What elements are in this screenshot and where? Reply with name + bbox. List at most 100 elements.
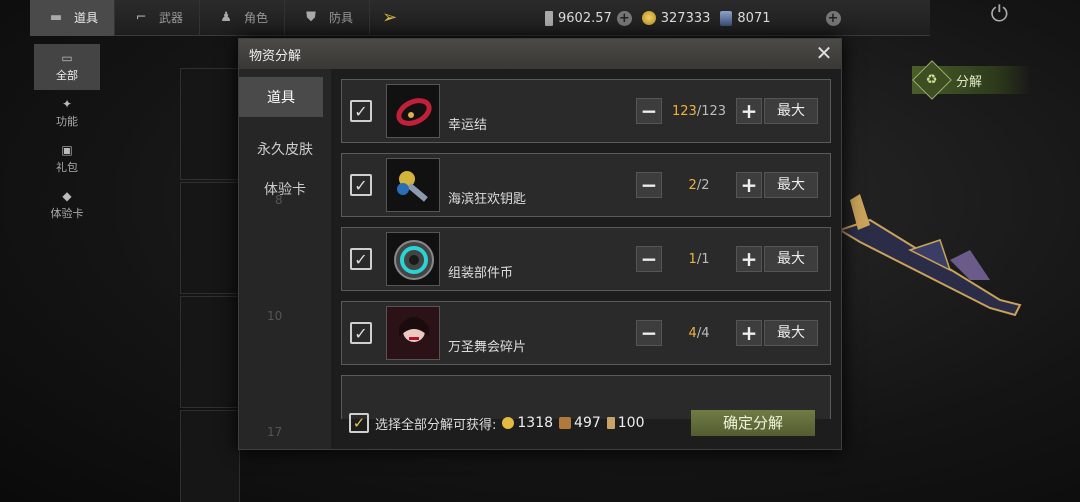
selected-count: 2 bbox=[688, 177, 697, 193]
increase-button[interactable]: + bbox=[736, 320, 762, 346]
item-icon: ▬ bbox=[49, 10, 63, 25]
decrease-button[interactable]: − bbox=[636, 320, 662, 346]
tab-armor[interactable]: ⛊ 防具 bbox=[285, 0, 371, 36]
dialog-tab-items[interactable]: 道具 bbox=[239, 77, 323, 117]
ticket-value: 9602.57 bbox=[558, 10, 612, 26]
increase-button[interactable]: + bbox=[736, 246, 762, 272]
sidebar-item-label: 礼包 bbox=[56, 161, 78, 174]
gold-value: 327333 bbox=[660, 10, 711, 26]
list-item: ✓ 组装部件币 − 1/1 + 最大 bbox=[341, 227, 831, 291]
background-slot bbox=[180, 410, 240, 502]
add-card-button[interactable]: + bbox=[825, 10, 841, 26]
max-button[interactable]: 最大 bbox=[764, 98, 818, 124]
reward-value: 1318 bbox=[517, 415, 554, 431]
increase-button[interactable]: + bbox=[736, 98, 762, 124]
tab-items[interactable]: ▬ 道具 bbox=[30, 0, 116, 36]
increase-button[interactable]: + bbox=[736, 172, 762, 198]
item-checkbox[interactable]: ✓ bbox=[350, 100, 372, 122]
select-all-label: 选择全部分解可获得: bbox=[375, 417, 497, 433]
item-quantity: 2/2 bbox=[664, 178, 734, 193]
all-icon: ▭ bbox=[61, 51, 73, 65]
total-count: /4 bbox=[696, 325, 710, 341]
function-icon: ✦ bbox=[61, 97, 73, 111]
decompose-dialog: 物资分解 ✕ 道具 永久皮肤 体验卡 8 10 17 ✓ 幸运结 − 123/1… bbox=[238, 38, 842, 450]
select-all-checkbox[interactable]: ✓ bbox=[349, 413, 369, 433]
part-coin-icon bbox=[386, 232, 440, 286]
dialog-title: 物资分解 bbox=[249, 48, 302, 64]
background-slot bbox=[180, 182, 240, 294]
key-icon bbox=[386, 158, 440, 212]
ticket-icon bbox=[545, 10, 553, 26]
tab-weapons[interactable]: ⌐ 武器 bbox=[115, 0, 201, 36]
pistol-icon: ⌐ bbox=[135, 10, 147, 25]
reward-bag: 497 bbox=[559, 415, 601, 431]
weapon-preview-image bbox=[837, 194, 1022, 317]
dialog-tab-label: 道具 bbox=[267, 90, 295, 106]
list-item: ✓ 海滨狂欢钥匙 − 2/2 + 最大 bbox=[341, 153, 831, 217]
lucky-knot-icon bbox=[386, 84, 440, 138]
close-icon[interactable]: ✕ bbox=[813, 42, 835, 64]
list-item: ✓ 万圣舞会碎片 − 4/4 + 最大 bbox=[341, 301, 831, 365]
max-button[interactable]: 最大 bbox=[764, 246, 818, 272]
dialog-tab-trial-cards[interactable]: 体验卡 bbox=[239, 163, 331, 215]
tab-weapons-label: 武器 bbox=[159, 11, 184, 25]
item-quantity: 123/123 bbox=[664, 104, 734, 119]
recycle-icon: ♻ bbox=[912, 60, 952, 100]
item-name: 幸运结 bbox=[448, 118, 488, 133]
selected-count: 1 bbox=[688, 251, 697, 267]
sidebar-item-all[interactable]: ▭ 全部 bbox=[34, 44, 100, 90]
background-count: 10 bbox=[267, 309, 283, 323]
expand-arrow-icon[interactable]: ➢ bbox=[370, 7, 409, 28]
selected-count: 123 bbox=[671, 103, 697, 119]
decompose-item-list[interactable]: ✓ 幸运结 − 123/123 + 最大 ✓ 海滨狂欢钥匙 − 2/2 + 最大… bbox=[339, 79, 833, 419]
category-sidebar: ▭ 全部 ✦ 功能 ▣ 礼包 ◆ 体验卡 bbox=[30, 44, 108, 228]
background-slot bbox=[180, 296, 240, 408]
background-count: 8 bbox=[275, 193, 283, 207]
max-button[interactable]: 最大 bbox=[764, 320, 818, 346]
tab-armor-label: 防具 bbox=[329, 11, 354, 25]
decrease-button[interactable]: − bbox=[636, 246, 662, 272]
sidebar-item-trial-card[interactable]: ◆ 体验卡 bbox=[34, 182, 100, 228]
max-button[interactable]: 最大 bbox=[764, 172, 818, 198]
background-count: 17 bbox=[267, 425, 283, 439]
decrease-button[interactable]: − bbox=[636, 98, 662, 124]
total-count: /123 bbox=[696, 103, 727, 119]
total-count: /2 bbox=[696, 177, 710, 193]
decompose-button[interactable]: ♻ 分解 bbox=[912, 60, 1032, 100]
trial-card-icon: ◆ bbox=[62, 189, 72, 203]
item-checkbox[interactable]: ✓ bbox=[350, 322, 372, 344]
selected-count: 4 bbox=[688, 325, 697, 341]
currency-card: 8071 + bbox=[720, 10, 841, 26]
sidebar-item-gift[interactable]: ▣ 礼包 bbox=[34, 136, 100, 182]
item-quantity: 1/1 bbox=[664, 252, 734, 267]
gold-coin-icon bbox=[502, 417, 515, 429]
dialog-footer: ✓ 选择全部分解可获得: 1318 497 100 确定分解 bbox=[339, 403, 833, 443]
sidebar-item-label: 体验卡 bbox=[50, 207, 84, 220]
sidebar-item-label: 功能 bbox=[56, 115, 78, 128]
item-checkbox[interactable]: ✓ bbox=[350, 248, 372, 270]
tab-characters[interactable]: ♟ 角色 bbox=[200, 0, 286, 36]
gold-coin-icon bbox=[641, 11, 656, 25]
item-checkbox[interactable]: ✓ bbox=[350, 174, 372, 196]
item-name: 海滨狂欢钥匙 bbox=[448, 192, 527, 207]
dialog-tab-label: 永久皮肤 bbox=[257, 142, 313, 158]
item-name: 万圣舞会碎片 bbox=[448, 340, 527, 355]
dialog-tabs: 道具 永久皮肤 体验卡 8 10 17 bbox=[239, 69, 331, 449]
background-slot bbox=[180, 68, 240, 180]
list-item: ✓ 幸运结 − 123/123 + 最大 bbox=[341, 79, 831, 143]
confirm-decompose-button[interactable]: 确定分解 bbox=[691, 410, 815, 436]
tab-characters-label: 角色 bbox=[244, 11, 269, 25]
gift-icon: ▣ bbox=[61, 143, 73, 157]
power-icon[interactable]: ⏻ bbox=[991, 2, 1008, 27]
armor-icon: ⛊ bbox=[306, 10, 316, 25]
dialog-header: 物资分解 ✕ bbox=[239, 39, 841, 69]
decrease-button[interactable]: − bbox=[636, 172, 662, 198]
item-name: 组装部件币 bbox=[448, 266, 514, 281]
add-ticket-button[interactable]: + bbox=[616, 10, 632, 26]
currency-gold: 327333 bbox=[641, 10, 711, 26]
item-quantity: 4/4 bbox=[664, 326, 734, 341]
card-icon bbox=[720, 10, 733, 26]
total-count: /1 bbox=[696, 251, 710, 267]
sidebar-item-function[interactable]: ✦ 功能 bbox=[34, 90, 100, 136]
reward-value: 100 bbox=[617, 415, 645, 431]
